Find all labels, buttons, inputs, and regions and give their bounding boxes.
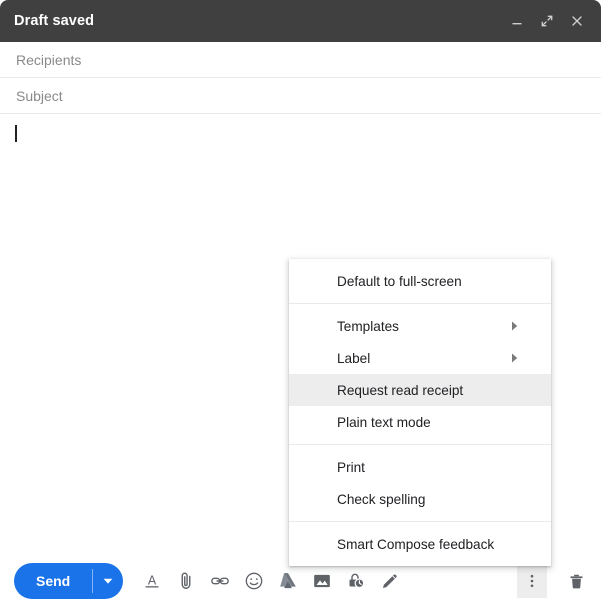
menu-section-2: Templates Label Request read receipt Pla…: [289, 304, 551, 444]
menu-section-1: Default to full-screen: [289, 259, 551, 303]
more-options-icon[interactable]: [517, 564, 547, 598]
insert-emoji-icon[interactable]: [239, 566, 269, 596]
menu-item-label: Templates: [337, 318, 399, 334]
menu-item-print[interactable]: Print: [289, 451, 551, 483]
menu-section-3: Print Check spelling: [289, 445, 551, 521]
menu-item-label: Smart Compose feedback: [337, 536, 495, 552]
compose-header: Draft saved: [0, 0, 601, 42]
chevron-right-icon: [511, 353, 519, 363]
window-controls: [503, 7, 591, 35]
recipients-field[interactable]: Recipients: [0, 42, 601, 78]
menu-item-label: Check spelling: [337, 491, 426, 507]
send-options-dropdown[interactable]: [93, 563, 123, 599]
subject-placeholder: Subject: [16, 87, 63, 104]
menu-item-smart-compose-feedback[interactable]: Smart Compose feedback: [289, 528, 551, 560]
compose-window: Draft saved Recipients Subject Default t…: [0, 0, 601, 607]
svg-text:A: A: [148, 574, 157, 588]
menu-item-plain-text-mode[interactable]: Plain text mode: [289, 406, 551, 438]
menu-item-label: Print: [337, 459, 365, 475]
send-button[interactable]: Send: [14, 563, 92, 599]
formatting-options-icon[interactable]: A: [137, 566, 167, 596]
minimize-icon[interactable]: [503, 7, 531, 35]
menu-item-label: Default to full-screen: [337, 273, 462, 289]
toolbar-right-actions: [517, 564, 591, 598]
menu-item-label[interactable]: Label: [289, 342, 551, 374]
window-title: Draft saved: [14, 13, 95, 29]
close-icon[interactable]: [563, 7, 591, 35]
menu-item-default-to-full-screen[interactable]: Default to full-screen: [289, 265, 551, 297]
text-caret: [15, 125, 17, 142]
insert-tools: A: [137, 566, 405, 596]
menu-item-label: Label: [337, 350, 371, 366]
more-options-menu: Default to full-screen Templates Label R…: [289, 259, 551, 566]
send-button-group: Send: [14, 563, 124, 599]
menu-item-check-spelling[interactable]: Check spelling: [289, 483, 551, 515]
discard-draft-icon[interactable]: [561, 566, 591, 596]
menu-item-templates[interactable]: Templates: [289, 310, 551, 342]
confidential-mode-icon[interactable]: [341, 566, 371, 596]
chevron-right-icon: [511, 321, 519, 331]
menu-item-label: Plain text mode: [337, 414, 431, 430]
insert-drive-icon[interactable]: [273, 566, 303, 596]
attach-file-icon[interactable]: [171, 566, 201, 596]
insert-link-icon[interactable]: [205, 566, 235, 596]
insert-photo-icon[interactable]: [307, 566, 337, 596]
menu-item-label: Request read receipt: [337, 382, 464, 398]
insert-signature-icon[interactable]: [375, 566, 405, 596]
menu-item-request-read-receipt[interactable]: Request read receipt: [289, 374, 551, 406]
menu-section-4: Smart Compose feedback: [289, 522, 551, 566]
subject-field[interactable]: Subject: [0, 78, 601, 114]
recipients-placeholder: Recipients: [16, 51, 82, 68]
expand-icon[interactable]: [533, 7, 561, 35]
send-button-label: Send: [36, 573, 71, 589]
